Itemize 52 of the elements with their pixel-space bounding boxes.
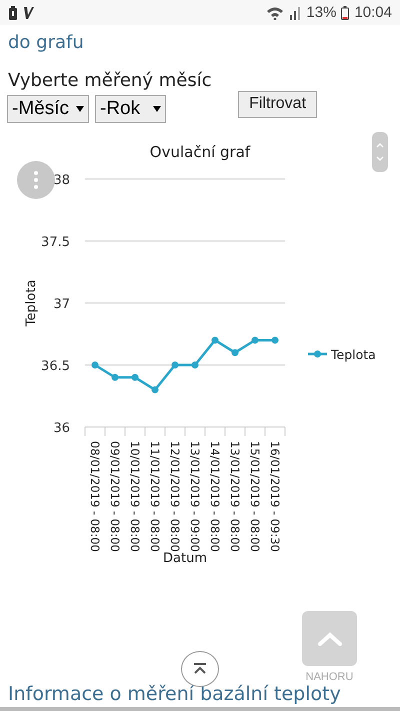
- caret-icon: [153, 106, 162, 112]
- chart-link[interactable]: do grafu: [0, 25, 92, 53]
- x-tick-label: 08/01/2019 - 08:00: [88, 441, 102, 552]
- y-tick-label: 36: [53, 421, 70, 436]
- y-tick-label: 38: [53, 173, 70, 188]
- data-point: [172, 362, 178, 368]
- data-point: [272, 336, 278, 344]
- y-axis-title: Teplota: [24, 280, 39, 326]
- month-select[interactable]: -Měsíc: [7, 95, 89, 123]
- app-logo-icon: [23, 6, 35, 20]
- data-point: [212, 336, 218, 344]
- back-to-top-button[interactable]: [302, 611, 357, 666]
- x-tick-label: 09/01/2019 - 08:00: [108, 441, 122, 552]
- year-select[interactable]: -Rok: [95, 95, 166, 123]
- battery-icon: [341, 6, 350, 20]
- caret-icon: [76, 106, 84, 112]
- x-tick-label: 13/01/2019 - 08:00: [228, 441, 242, 552]
- battery-percent: 13%: [306, 4, 336, 21]
- month-heading: Vyberte měřený měsíc: [8, 70, 213, 91]
- chevron-up-icon: [318, 632, 342, 646]
- section-heading: Informace o měření bazální teploty: [8, 683, 342, 707]
- legend-marker-icon: [308, 350, 327, 358]
- back-to-top-label: NAHORU: [306, 671, 354, 683]
- x-tick-label: 15/01/2019 - 08:00: [248, 441, 262, 552]
- data-point: [192, 362, 198, 368]
- more-icon: [34, 171, 38, 189]
- x-tick-label: 10/01/2019 - 08:00: [128, 441, 142, 552]
- data-point: [92, 362, 98, 368]
- data-point: [232, 349, 238, 356]
- legend-label: Teplota: [331, 347, 376, 362]
- wifi-icon: [266, 6, 284, 20]
- x-tick-label: 16/01/2019 - 09:30: [268, 441, 282, 552]
- y-tick-label: 37.5: [41, 235, 70, 250]
- x-tick-label: 12/01/2019 - 08:00: [168, 441, 182, 552]
- chart-title: Ovulační graf: [150, 143, 250, 161]
- x-axis-title: Datum: [163, 551, 207, 566]
- y-tick-label: 37: [53, 297, 70, 312]
- chevron-up-down-icon: [376, 141, 384, 163]
- clock: 10:04: [354, 4, 392, 21]
- filter-button[interactable]: Filtrovat: [238, 90, 318, 118]
- signal-icon: [289, 6, 302, 20]
- data-point: [112, 374, 118, 381]
- y-tick-label: 36.5: [41, 359, 70, 374]
- scroll-control[interactable]: [372, 132, 388, 172]
- x-tick-label: 14/01/2019 - 08:00: [208, 441, 222, 552]
- x-tick-label: 13/01/2019 - 09:00: [188, 441, 202, 552]
- menu-button[interactable]: [17, 161, 55, 199]
- scroll-top-icon: [193, 663, 207, 675]
- x-tick-label: 11/01/2019 - 08:00: [148, 441, 162, 552]
- data-point: [132, 374, 138, 381]
- data-point: [252, 336, 258, 344]
- data-point: [152, 386, 158, 394]
